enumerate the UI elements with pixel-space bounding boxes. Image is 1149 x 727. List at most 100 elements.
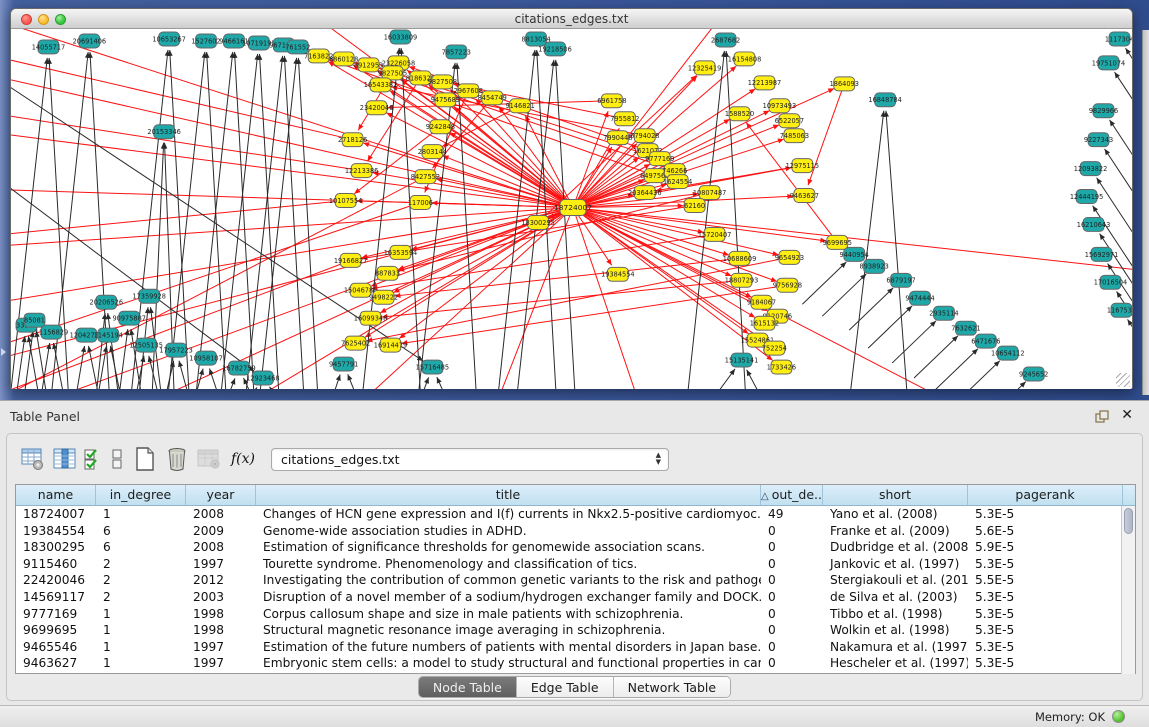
table-cell[interactable]: Franke et al. (2009) [823, 523, 968, 540]
graph-node[interactable]: 19384554 [601, 267, 634, 281]
graph-node[interactable]: 85081 [24, 313, 45, 327]
left-splitter-arrow-icon[interactable] [1, 348, 6, 356]
graph-node[interactable]: 1588520 [725, 107, 754, 121]
table-cell[interactable]: Corpus callosum shape and size in male p… [256, 606, 761, 623]
table-cell[interactable]: 9777169 [16, 606, 96, 623]
table-cell[interactable]: 0 [761, 639, 823, 656]
table-cell[interactable]: 0 [761, 622, 823, 639]
graph-node[interactable]: 17016504 [1094, 275, 1127, 289]
graph-node[interactable]: 8938923 [860, 259, 889, 273]
graph-node[interactable]: 16914479 [374, 338, 407, 352]
graph-node[interactable]: 9654923 [775, 250, 804, 264]
function-builder-icon[interactable]: f(x) [231, 451, 255, 467]
table-selector-dropdown[interactable]: citations_edges.txt ▲▼ [271, 448, 669, 471]
table-cell[interactable]: 1 [96, 606, 186, 623]
graph-node[interactable]: 16154808 [728, 52, 761, 66]
graph-node[interactable]: 9498222 [369, 290, 398, 304]
table-cell[interactable]: 6 [96, 539, 186, 556]
table-cell[interactable]: 1 [96, 639, 186, 656]
close-panel-icon[interactable]: ✕ [1121, 407, 1133, 423]
table-cell[interactable]: 1 [96, 622, 186, 639]
table-cell[interactable]: 5.6E-5 [968, 523, 1123, 540]
column-header-year[interactable]: year [186, 485, 256, 505]
table-cell[interactable]: 9115460 [16, 556, 96, 573]
table-cell[interactable]: 0 [761, 572, 823, 589]
graph-node[interactable]: 7485063 [780, 129, 809, 143]
table-cell[interactable]: Embryonic stem cells: a model to study s… [256, 655, 761, 672]
graph-node[interactable]: 6794028 [630, 129, 659, 143]
table-cell[interactable]: de Silva et al. (2003) [823, 589, 968, 606]
table-cell[interactable]: 6 [96, 523, 186, 540]
column-header-title[interactable]: title [256, 485, 761, 505]
table-cell[interactable]: 1 [96, 506, 186, 523]
table-cell[interactable]: 9463627 [16, 655, 96, 672]
table-cell[interactable]: Investigating the contribution of common… [256, 572, 761, 589]
table-row[interactable]: 1456911722003Disruption of a novel membe… [16, 589, 1135, 606]
table-cell[interactable]: 2008 [186, 539, 256, 556]
table-cell[interactable]: Structural magnetic resonance image aver… [256, 622, 761, 639]
table-cell[interactable]: Tibbo et al. (1998) [823, 606, 968, 623]
scrollbar-thumb[interactable] [1124, 508, 1133, 534]
graph-node[interactable]: 12975115 [786, 159, 819, 173]
graph-node[interactable]: 9457791 [329, 357, 358, 371]
graph-node[interactable]: 19751074 [1092, 56, 1125, 70]
table-cell[interactable]: 5.9E-5 [968, 539, 1123, 556]
graph-node[interactable]: 1733426 [767, 360, 796, 374]
graph-node[interactable]: 9242848 [426, 120, 455, 134]
graph-node[interactable]: 15692971 [1085, 247, 1118, 261]
graph-node[interactable]: 9463627 [790, 189, 819, 203]
table-cell[interactable]: 5.3E-5 [968, 639, 1123, 656]
graph-node[interactable]: 10654112 [991, 346, 1024, 360]
table-vertical-scrollbar[interactable] [1121, 506, 1135, 674]
graph-node[interactable]: 9756928 [773, 278, 802, 292]
table-row[interactable]: 977716911998Corpus callosum shape and si… [16, 606, 1135, 623]
table-cell[interactable]: Genome-wide association studies in ADHD. [256, 523, 761, 540]
new-table-icon[interactable] [131, 445, 159, 473]
graph-node[interactable]: 20691406 [73, 34, 106, 48]
table-cell[interactable]: 2 [96, 556, 186, 573]
graph-node[interactable]: 2803144 [418, 145, 447, 159]
select-all-checks-icon[interactable] [83, 445, 103, 473]
table-cell[interactable]: Jankovic et al. (1997) [823, 556, 968, 573]
table-cell[interactable]: Estimation of significance thresholds fo… [256, 539, 761, 556]
table-cell[interactable]: 1997 [186, 556, 256, 573]
graph-node[interactable]: 9827508 [428, 75, 457, 89]
graph-node[interactable]: 2687682 [711, 33, 740, 47]
table-cell[interactable]: 5.3E-5 [968, 655, 1123, 672]
table-cell[interactable]: 2 [96, 572, 186, 589]
table-cell[interactable]: 0 [761, 539, 823, 556]
graph-node[interactable]: 752254 [762, 341, 787, 355]
graph-node[interactable]: 6879197 [886, 273, 915, 287]
graph-node[interactable]: 16099348 [354, 311, 387, 325]
graph-node[interactable]: 1145194 [94, 328, 123, 342]
graph-node[interactable]: 7955812 [610, 112, 639, 126]
graph-node[interactable]: 9475685 [431, 93, 460, 107]
graph-node[interactable]: 10807487 [693, 186, 726, 200]
graph-node[interactable]: 14055717 [32, 40, 65, 54]
graph-node[interactable]: 6471676 [971, 334, 1000, 348]
table-cell[interactable]: 2003 [186, 589, 256, 606]
table-row[interactable]: 1938455462009Genome-wide association stu… [16, 523, 1135, 540]
graph-node[interactable]: 8427552 [411, 170, 440, 184]
table-cell[interactable]: 0 [761, 556, 823, 573]
network-graph-canvas[interactable]: 1405571720691406106532671527602946616110… [11, 29, 1132, 389]
column-header-pagerank[interactable]: pagerank [968, 485, 1123, 505]
graph-node[interactable]: 9829966 [1089, 104, 1118, 118]
table-cell[interactable]: 5.3E-5 [968, 556, 1123, 573]
graph-node[interactable]: 1117304 [1105, 32, 1132, 46]
table-cell[interactable]: 0 [761, 606, 823, 623]
graph-node[interactable]: 17957223 [159, 343, 192, 357]
table-cell[interactable]: 9465546 [16, 639, 96, 656]
graph-node[interactable]: 1167533 [1107, 303, 1132, 317]
table-row[interactable]: 2242004622012Investigating the contribut… [16, 572, 1135, 589]
window-resize-grip[interactable] [1116, 373, 1130, 387]
graph-node[interactable]: 62160 [684, 199, 705, 213]
table-cell[interactable]: 14569117 [16, 589, 96, 606]
table-cell[interactable]: 1997 [186, 655, 256, 672]
float-panel-icon[interactable] [1095, 409, 1109, 423]
table-cell[interactable]: Disruption of a novel member of a sodium… [256, 589, 761, 606]
graph-node[interactable]: 9699695 [823, 235, 852, 249]
graph-node[interactable]: 2935114 [929, 306, 958, 320]
graph-node[interactable]: 12093822 [1074, 162, 1107, 176]
table-row[interactable]: 946362711997Embryonic stem cells: a mode… [16, 655, 1135, 672]
